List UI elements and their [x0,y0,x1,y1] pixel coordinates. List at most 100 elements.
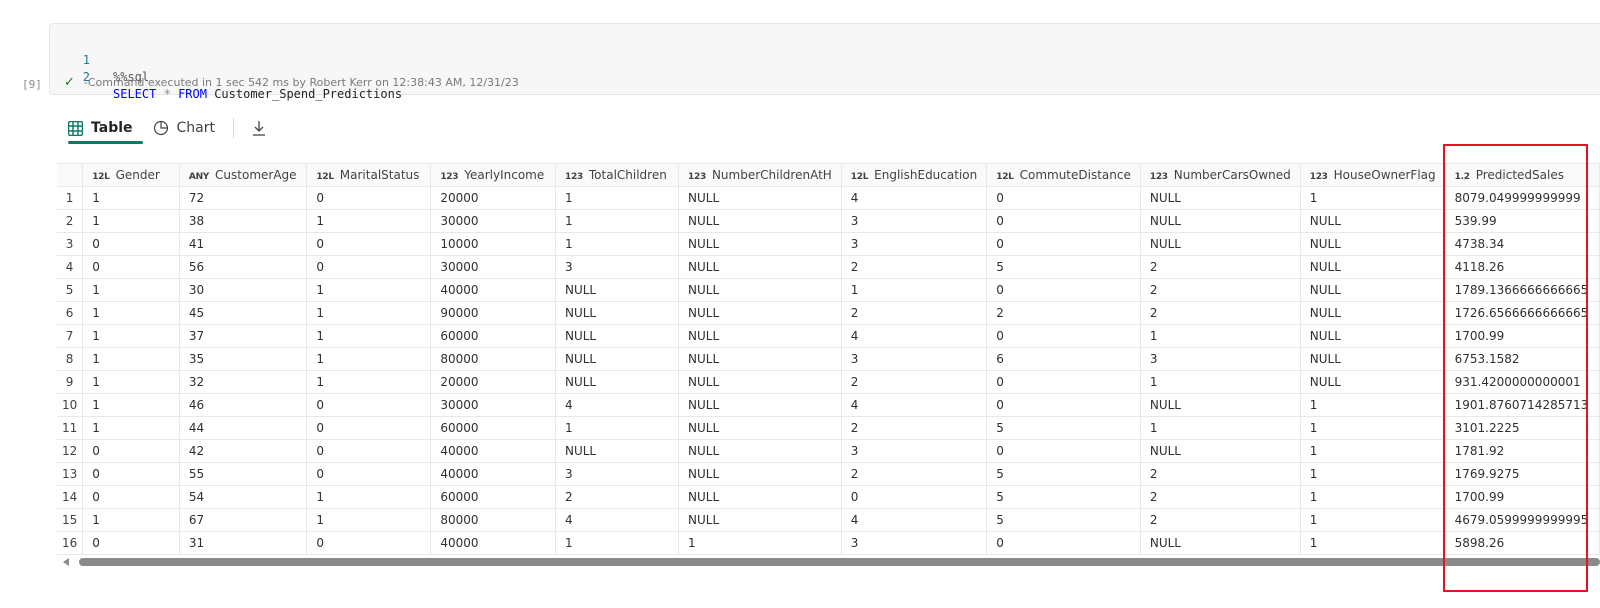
table-cell: NULL [1140,186,1301,210]
table-cell: 4 [555,508,680,532]
table-row[interactable]: 12 0 42 0 40000 NULL NULL 3 0 NULL 1 1781.92 [57,439,1600,463]
table-cell: 40000 [430,531,556,555]
table-cell: 1 [1300,531,1446,555]
download-button[interactable] [242,112,276,144]
execution-count: [9] [22,78,42,91]
column-header[interactable]: 12L CommuteDistance [986,163,1141,187]
row-number: 2 [57,209,84,233]
results-grid[interactable]: 12L Gender ANY CustomerAge 12L MaritalStatus 1… [57,163,1600,558]
table-cell: 2 [1140,301,1301,325]
table-row[interactable]: 9 1 32 1 20000 NULL NULL 2 0 1 NULL 931.42000000000… [57,370,1600,394]
table-row[interactable]: 13 0 55 0 40000 3 NULL 2 5 2 1 1769.9275 [57,462,1600,486]
table-cell: 30 [179,278,308,302]
table-cell: 30000 [430,209,556,233]
table-cell: 0 [306,255,432,279]
table-cell: NULL [1140,232,1301,256]
table-cell: 35 [179,347,308,371]
table-row[interactable]: 11 1 44 0 60000 1 NULL 2 5 1 1 3101.2225 [57,416,1600,440]
code-line-1[interactable]: 1 %%sql [50,35,149,84]
table-cell: 0 [82,255,180,279]
row-number: 6 [57,301,84,325]
table-row[interactable]: 15 1 67 1 80000 4 NULL 4 5 2 1 4679.0599999999995 [57,508,1600,532]
tab-table[interactable]: Table [58,112,143,144]
table-cell: 1 [1140,324,1301,348]
column-header[interactable]: 123 NumberChildrenAtH [678,163,842,187]
table-cell: 0 [306,462,432,486]
table-cell: 3 [555,255,680,279]
table-row[interactable]: 5 1 30 1 40000 NULL NULL 1 0 2 NULL 1789.1366666666… [57,278,1600,302]
table-row[interactable]: 6 1 45 1 90000 NULL NULL 2 2 2 NULL 1726.6566666666… [57,301,1600,325]
table-cell: 3101.2225 [1445,416,1600,440]
table-cell: 0 [986,278,1141,302]
table-cell: NULL [678,232,842,256]
table-cell: 0 [82,462,180,486]
table-row[interactable]: 7 1 37 1 60000 NULL NULL 4 0 1 NULL 1700.99 [57,324,1600,348]
table-cell: 1 [82,324,180,348]
table-cell: 0 [986,439,1141,463]
table-cell: 0 [82,531,180,555]
row-number: 10 [57,393,84,417]
table-row[interactable]: 4 0 56 0 30000 3 NULL 2 5 2 NULL 4118.26 [57,255,1600,279]
code-line-2[interactable]: 2 SELECT * FROM Customer_Spend_Predictio… [50,52,402,101]
table-cell: NULL [678,209,842,233]
column-header[interactable]: 12L MaritalStatus [306,163,432,187]
table-cell: 2 [841,370,988,394]
tab-chart-label: Chart [176,120,215,136]
table-row[interactable]: 16 0 31 0 40000 1 1 3 0 NULL 1 5898.26 [57,531,1600,555]
results-table: 12L Gender ANY CustomerAge 12L MaritalStatus 1… [57,163,1600,555]
row-number: 14 [57,485,84,509]
table-cell: 2 [555,485,680,509]
column-header[interactable]: ANY CustomerAge [179,163,308,187]
table-cell: 40000 [430,462,556,486]
table-cell: 1 [841,278,988,302]
table-cell: 1 [306,301,432,325]
tab-table-label: Table [91,120,133,136]
table-cell: 37 [179,324,308,348]
table-cell: 0 [986,186,1141,210]
column-type-icon: 123 [688,172,706,182]
table-cell: NULL [1140,209,1301,233]
table-row[interactable]: 10 1 46 0 30000 4 NULL 4 0 NULL 1 1901.876071428571… [57,393,1600,417]
column-name: NumberCarsOwned [1173,168,1291,182]
table-cell: 1901.8760714285713 [1445,393,1600,417]
table-row[interactable]: 1 1 72 0 20000 1 NULL 4 0 NULL 1 8079.049999999999 [57,186,1600,210]
scroll-thumb[interactable] [79,558,1600,566]
line-number: 1 [82,53,90,67]
table-row[interactable]: 14 0 54 1 60000 2 NULL 0 5 2 1 1700.99 [57,485,1600,509]
table-cell: 60000 [430,416,556,440]
column-header[interactable]: 123 HouseOwnerFlag [1300,163,1446,187]
table-cell: 3 [841,531,988,555]
code-cell[interactable]: 1 %%sql 2 SELECT * FROM Customer_Spend_P… [49,23,1600,101]
column-header[interactable]: 1.2 PredictedSales [1445,163,1600,187]
column-header[interactable]: 123 NumberCarsOwned [1140,163,1301,187]
column-header[interactable]: 12L Gender [82,163,180,187]
table-cell: 40000 [430,439,556,463]
table-cell: 1 [82,186,180,210]
table-cell: NULL [678,278,842,302]
table-cell: 44 [179,416,308,440]
table-row[interactable]: 8 1 35 1 80000 NULL NULL 3 6 3 NULL 6753.1582 [57,347,1600,371]
column-type-icon: 12L [850,172,869,182]
table-cell: NULL [1300,347,1446,371]
table-header-row: 12L Gender ANY CustomerAge 12L MaritalStatus 1… [57,163,1600,187]
column-type-icon: 12L [316,172,334,182]
row-number: 8 [57,347,84,371]
column-header[interactable]: 12L EnglishEducation [841,163,988,187]
row-number: 11 [57,416,84,440]
table-cell: NULL [1300,301,1446,325]
table-cell: 1 [82,393,180,417]
row-number-header [57,163,84,187]
row-number: 7 [57,324,84,348]
scroll-left-arrow-icon[interactable] [63,558,69,566]
table-cell: NULL [1300,324,1446,348]
tab-chart[interactable]: Chart [143,112,225,144]
table-cell: 1 [1300,439,1446,463]
table-cell: 55 [179,462,308,486]
table-row[interactable]: 3 0 41 0 10000 1 NULL 3 0 NULL NULL 4738.34 [57,232,1600,256]
table-cell: 1 [306,278,432,302]
column-name: YearlyIncome [464,168,545,182]
column-header[interactable]: 123 TotalChildren [555,163,680,187]
column-header[interactable]: 123 YearlyIncome [430,163,556,187]
horizontal-scrollbar[interactable] [63,557,1600,567]
table-row[interactable]: 2 1 38 1 30000 1 NULL 3 0 NULL NULL 539.99 [57,209,1600,233]
